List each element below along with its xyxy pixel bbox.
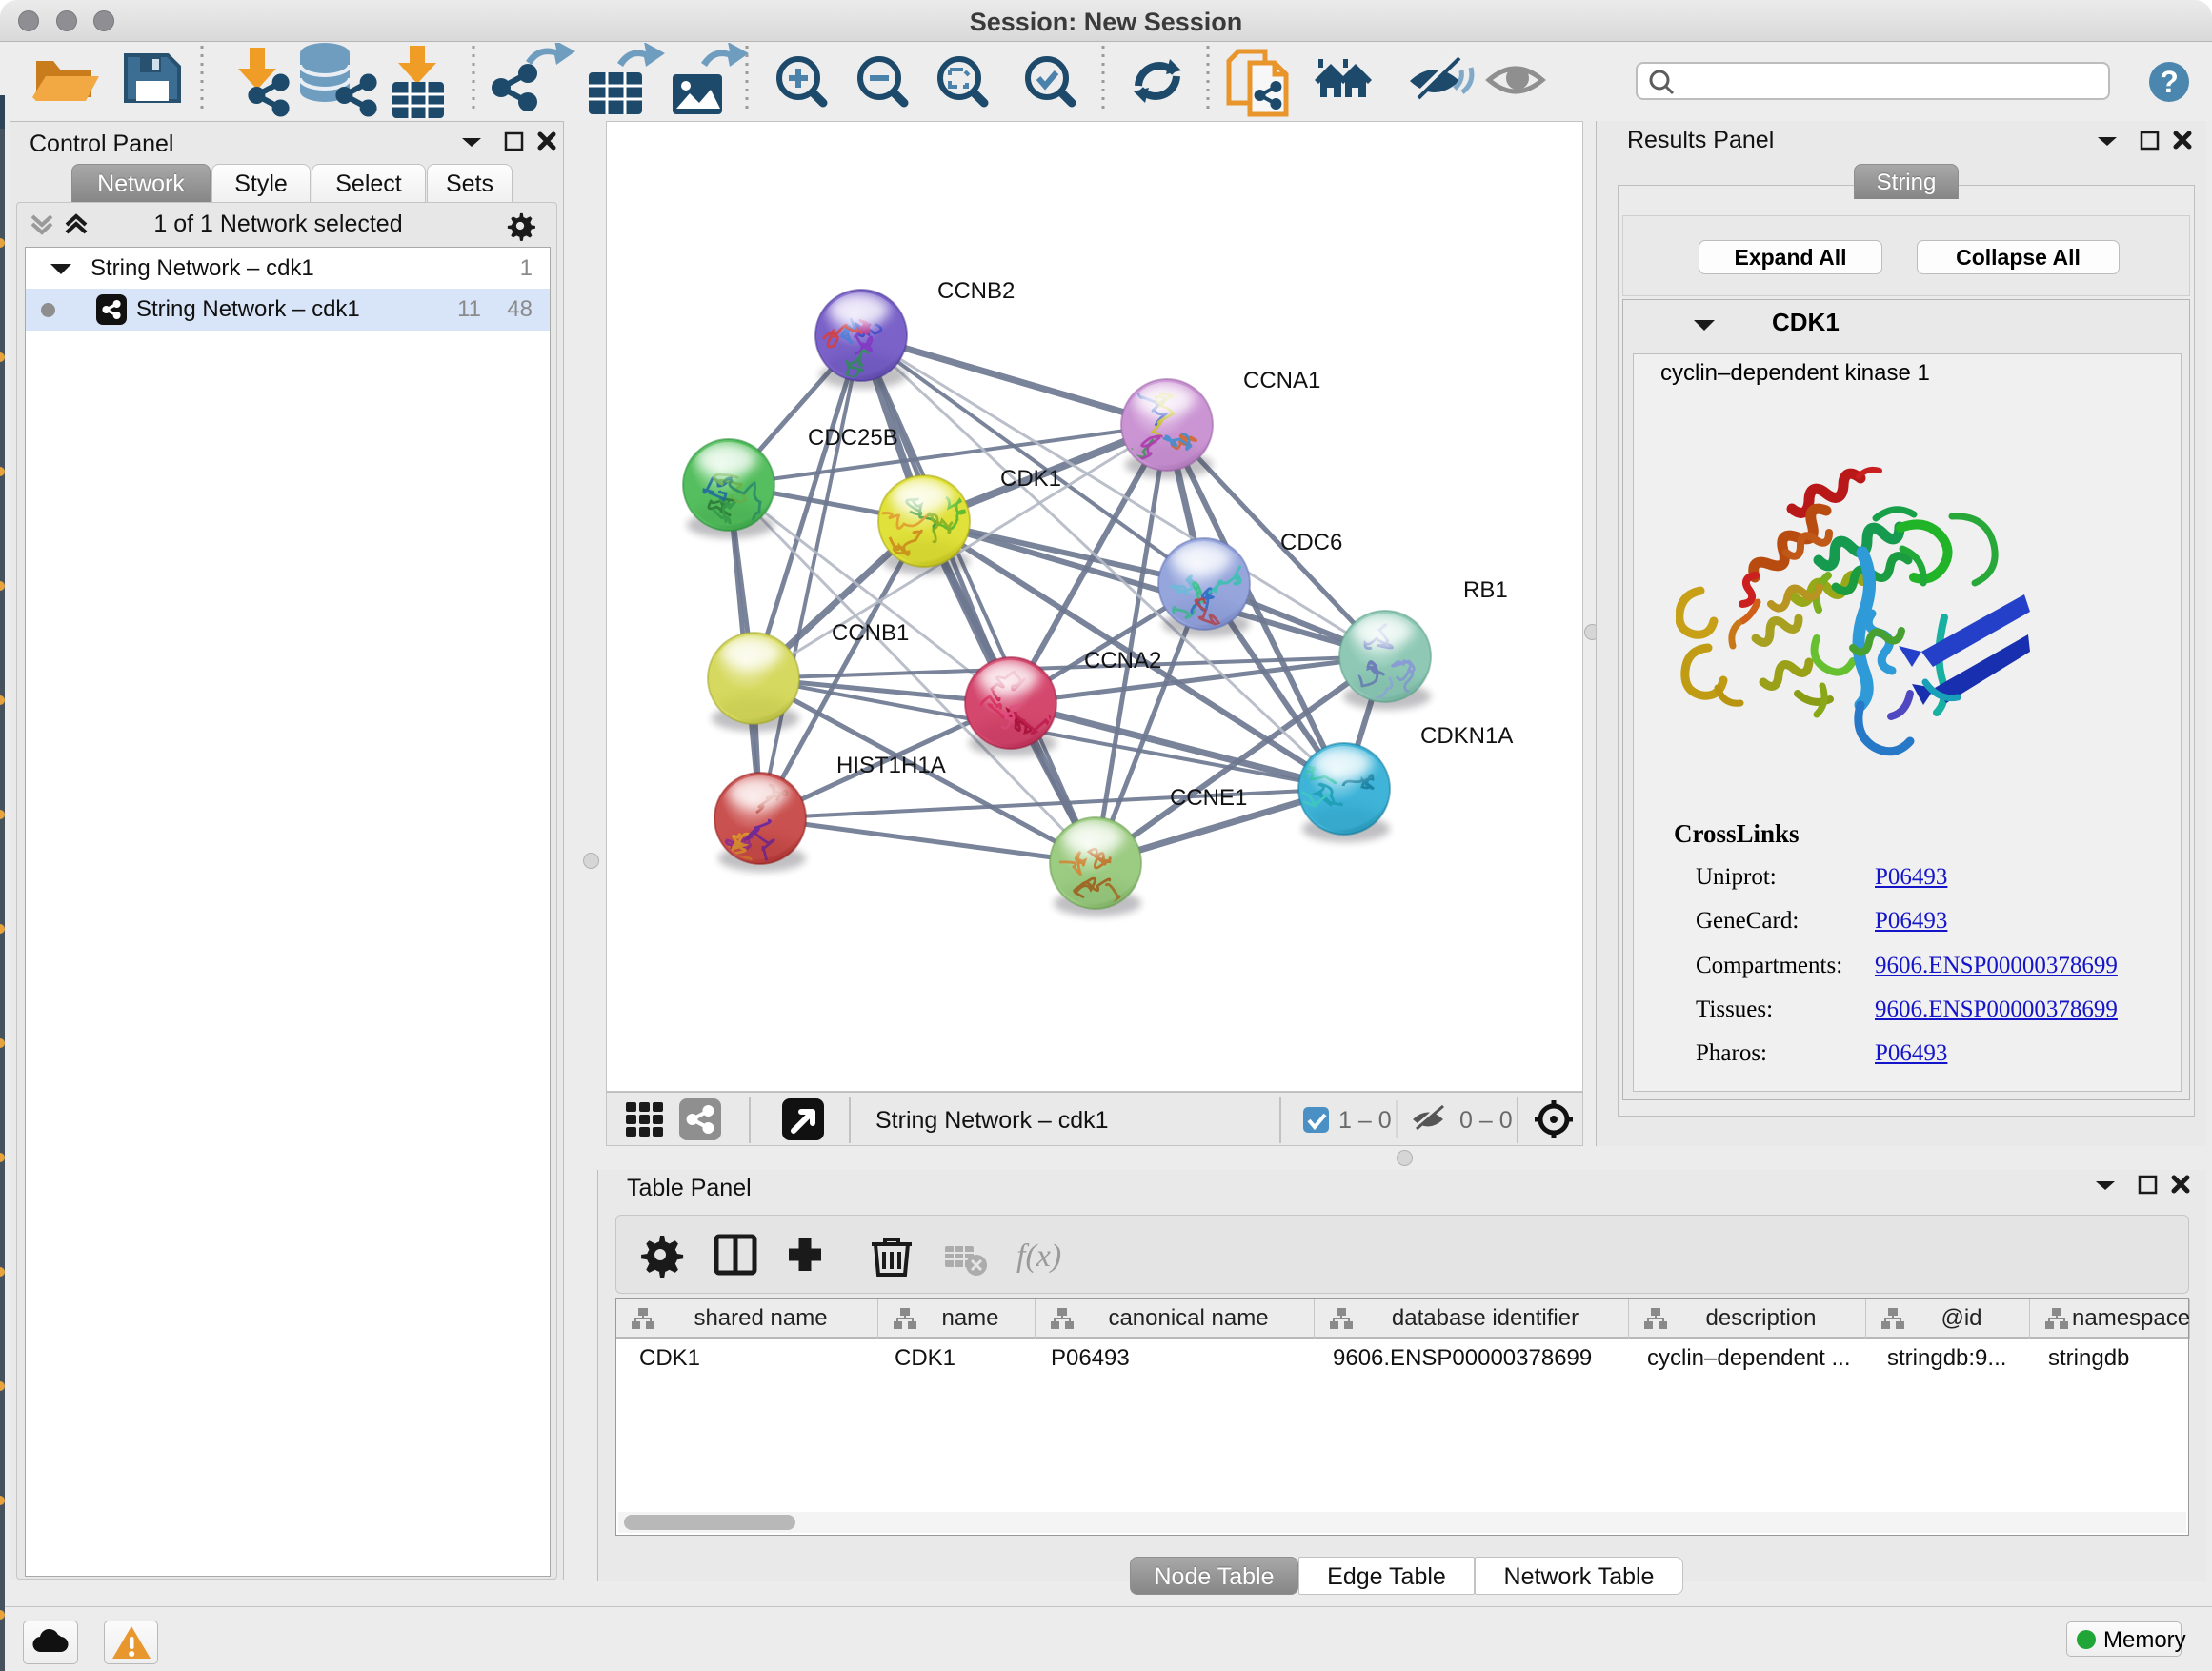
svg-text:CDC25B: CDC25B: [808, 425, 898, 451]
svg-text:RB1: RB1: [1463, 577, 1508, 603]
svg-text:CCNB1: CCNB1: [832, 620, 909, 646]
svg-text:CCNA2: CCNA2: [1084, 648, 1161, 674]
svg-text:f(x): f(x): [1016, 1238, 1061, 1274]
svg-text:CDC6: CDC6: [1280, 530, 1342, 555]
svg-text:0 – 0: 0 – 0: [1459, 1107, 1513, 1134]
svg-text:CDK1: CDK1: [1000, 466, 1061, 492]
svg-text:CCNB2: CCNB2: [937, 278, 1015, 304]
svg-text:String Network – cdk1: String Network – cdk1: [875, 1107, 1109, 1134]
svg-text:CCNE1: CCNE1: [1170, 785, 1247, 811]
svg-text:CDKN1A: CDKN1A: [1420, 723, 1513, 749]
svg-text:HIST1H1A: HIST1H1A: [836, 753, 946, 778]
svg-text:1 – 0: 1 – 0: [1338, 1107, 1392, 1134]
svg-text:CCNA1: CCNA1: [1243, 368, 1320, 393]
